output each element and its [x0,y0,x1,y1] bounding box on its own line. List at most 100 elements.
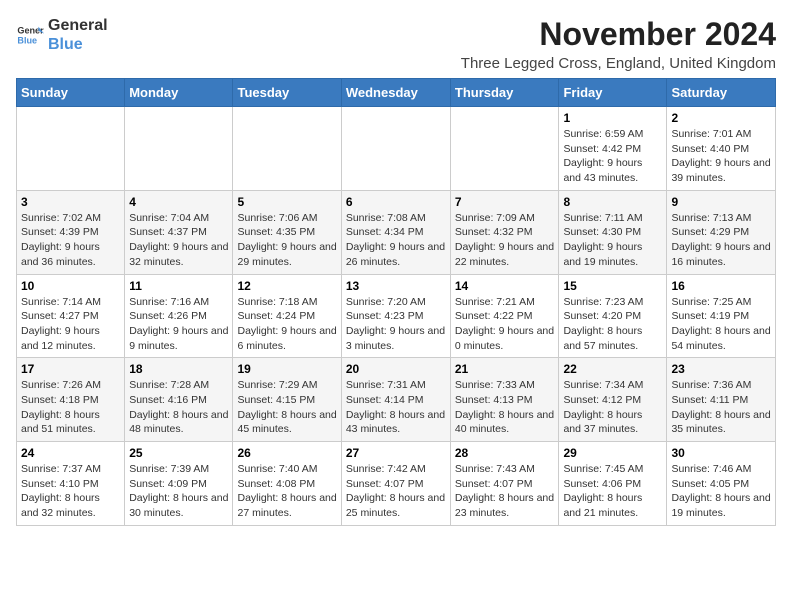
calendar-cell: 20 Sunrise: 7:31 AM Sunset: 4:14 PM Dayli… [341,358,450,442]
calendar-cell: 12 Sunrise: 7:18 AM Sunset: 4:24 PM Dayli… [233,274,341,358]
day-info: Sunrise: 7:02 AM Sunset: 4:39 PM Dayligh… [21,211,120,270]
calendar-header-monday: Monday [125,79,233,107]
calendar-cell: 27Sunrise: 7:42 AM Sunset: 4:07 PM Dayli… [341,442,450,526]
calendar-week-1: 1Sunrise: 6:59 AM Sunset: 4:42 PM Daylig… [17,107,776,191]
day-number: 9 [671,195,771,209]
calendar-cell: 23Sunrise: 7:36 AM Sunset: 4:11 PM Dayli… [667,358,776,442]
calendar-cell [233,107,341,191]
day-info: Sunrise: 7:26 AM Sunset: 4:18 PM Dayligh… [21,378,120,437]
day-info: Sunrise: 7:46 AM Sunset: 4:05 PM Dayligh… [671,462,771,521]
svg-text:Blue: Blue [17,36,37,46]
day-number: 10 [21,279,120,293]
calendar-week-5: 24 Sunrise: 7:37 AM Sunset: 4:10 PM Dayli… [17,442,776,526]
day-number: 18 [129,362,228,376]
day-info: Sunrise: 7:08 AM Sunset: 4:34 PM Dayligh… [346,211,446,270]
day-number: 11 [129,279,228,293]
calendar-cell: 28 Sunrise: 7:43 AM Sunset: 4:07 PM Dayli… [450,442,559,526]
day-info: Sunrise: 7:14 AM Sunset: 4:27 PM Dayligh… [21,295,120,354]
day-info: Sunrise: 7:25 AM Sunset: 4:19 PM Dayligh… [671,295,771,354]
day-number: 17 [21,362,120,376]
calendar-cell: 25 Sunrise: 7:39 AM Sunset: 4:09 PM Dayli… [125,442,233,526]
day-number: 19 [237,362,336,376]
calendar-cell: 8 Sunrise: 7:11 AM Sunset: 4:30 PM Daylig… [559,190,667,274]
calendar-week-4: 17 Sunrise: 7:26 AM Sunset: 4:18 PM Dayli… [17,358,776,442]
title-area: November 2024 Three Legged Cross, Englan… [461,16,776,72]
day-info: Sunrise: 7:43 AM Sunset: 4:07 PM Dayligh… [455,462,555,521]
day-info: Sunrise: 7:21 AM Sunset: 4:22 PM Dayligh… [455,295,555,354]
day-number: 15 [563,279,662,293]
calendar-cell: 30Sunrise: 7:46 AM Sunset: 4:05 PM Dayli… [667,442,776,526]
calendar-header-sunday: Sunday [17,79,125,107]
calendar-cell: 14Sunrise: 7:21 AM Sunset: 4:22 PM Dayli… [450,274,559,358]
calendar-cell: 15 Sunrise: 7:23 AM Sunset: 4:20 PM Dayli… [559,274,667,358]
day-info: Sunrise: 7:20 AM Sunset: 4:23 PM Dayligh… [346,295,446,354]
day-info: Sunrise: 7:01 AM Sunset: 4:40 PM Dayligh… [671,127,771,186]
day-number: 6 [346,195,446,209]
day-number: 24 [21,446,120,460]
calendar-cell: 3 Sunrise: 7:02 AM Sunset: 4:39 PM Daylig… [17,190,125,274]
day-info: Sunrise: 7:45 AM Sunset: 4:06 PM Dayligh… [563,462,662,521]
calendar: SundayMondayTuesdayWednesdayThursdayFrid… [16,78,776,526]
day-info: Sunrise: 7:11 AM Sunset: 4:30 PM Dayligh… [563,211,662,270]
day-number: 28 [455,446,555,460]
calendar-cell: 17 Sunrise: 7:26 AM Sunset: 4:18 PM Dayli… [17,358,125,442]
calendar-cell: 2 Sunrise: 7:01 AM Sunset: 4:40 PM Daylig… [667,107,776,191]
calendar-cell: 9 Sunrise: 7:13 AM Sunset: 4:29 PM Daylig… [667,190,776,274]
calendar-header-saturday: Saturday [667,79,776,107]
calendar-header-thursday: Thursday [450,79,559,107]
calendar-cell: 11 Sunrise: 7:16 AM Sunset: 4:26 PM Dayli… [125,274,233,358]
day-info: Sunrise: 7:04 AM Sunset: 4:37 PM Dayligh… [129,211,228,270]
calendar-body: 1Sunrise: 6:59 AM Sunset: 4:42 PM Daylig… [17,107,776,526]
calendar-cell: 5 Sunrise: 7:06 AM Sunset: 4:35 PM Daylig… [233,190,341,274]
day-number: 4 [129,195,228,209]
calendar-cell [450,107,559,191]
calendar-cell: 21Sunrise: 7:33 AM Sunset: 4:13 PM Dayli… [450,358,559,442]
calendar-cell: 22 Sunrise: 7:34 AM Sunset: 4:12 PM Dayli… [559,358,667,442]
calendar-cell: 16Sunrise: 7:25 AM Sunset: 4:19 PM Dayli… [667,274,776,358]
day-number: 8 [563,195,662,209]
day-info: Sunrise: 7:28 AM Sunset: 4:16 PM Dayligh… [129,378,228,437]
day-info: Sunrise: 7:39 AM Sunset: 4:09 PM Dayligh… [129,462,228,521]
main-title: November 2024 [461,16,776,53]
day-info: Sunrise: 7:37 AM Sunset: 4:10 PM Dayligh… [21,462,120,521]
day-info: Sunrise: 7:42 AM Sunset: 4:07 PM Dayligh… [346,462,446,521]
calendar-cell: 18 Sunrise: 7:28 AM Sunset: 4:16 PM Dayli… [125,358,233,442]
calendar-cell: 24 Sunrise: 7:37 AM Sunset: 4:10 PM Dayli… [17,442,125,526]
day-number: 22 [563,362,662,376]
day-number: 7 [455,195,555,209]
day-info: Sunrise: 7:23 AM Sunset: 4:20 PM Dayligh… [563,295,662,354]
day-number: 29 [563,446,662,460]
day-info: Sunrise: 7:09 AM Sunset: 4:32 PM Dayligh… [455,211,555,270]
day-info: Sunrise: 7:06 AM Sunset: 4:35 PM Dayligh… [237,211,336,270]
logo-icon: General Blue [16,21,44,49]
calendar-cell: 1Sunrise: 6:59 AM Sunset: 4:42 PM Daylig… [559,107,667,191]
day-number: 25 [129,446,228,460]
calendar-header-tuesday: Tuesday [233,79,341,107]
day-number: 23 [671,362,771,376]
day-number: 5 [237,195,336,209]
day-info: Sunrise: 7:16 AM Sunset: 4:26 PM Dayligh… [129,295,228,354]
calendar-cell: 26 Sunrise: 7:40 AM Sunset: 4:08 PM Dayli… [233,442,341,526]
day-info: Sunrise: 7:13 AM Sunset: 4:29 PM Dayligh… [671,211,771,270]
day-info: Sunrise: 7:31 AM Sunset: 4:14 PM Dayligh… [346,378,446,437]
calendar-cell [125,107,233,191]
header: General Blue General Blue November 2024 … [16,16,776,72]
day-number: 12 [237,279,336,293]
day-info: Sunrise: 7:18 AM Sunset: 4:24 PM Dayligh… [237,295,336,354]
calendar-cell [341,107,450,191]
day-number: 26 [237,446,336,460]
day-info: Sunrise: 7:40 AM Sunset: 4:08 PM Dayligh… [237,462,336,521]
day-info: Sunrise: 7:34 AM Sunset: 4:12 PM Dayligh… [563,378,662,437]
logo-line2: Blue [48,35,108,54]
day-number: 21 [455,362,555,376]
subtitle: Three Legged Cross, England, United King… [461,55,776,72]
calendar-cell: 7 Sunrise: 7:09 AM Sunset: 4:32 PM Daylig… [450,190,559,274]
day-number: 20 [346,362,446,376]
day-number: 2 [671,111,771,125]
calendar-cell: 29 Sunrise: 7:45 AM Sunset: 4:06 PM Dayli… [559,442,667,526]
day-number: 3 [21,195,120,209]
calendar-cell: 19Sunrise: 7:29 AM Sunset: 4:15 PM Dayli… [233,358,341,442]
calendar-cell [17,107,125,191]
calendar-cell: 13Sunrise: 7:20 AM Sunset: 4:23 PM Dayli… [341,274,450,358]
calendar-header-row: SundayMondayTuesdayWednesdayThursdayFrid… [17,79,776,107]
